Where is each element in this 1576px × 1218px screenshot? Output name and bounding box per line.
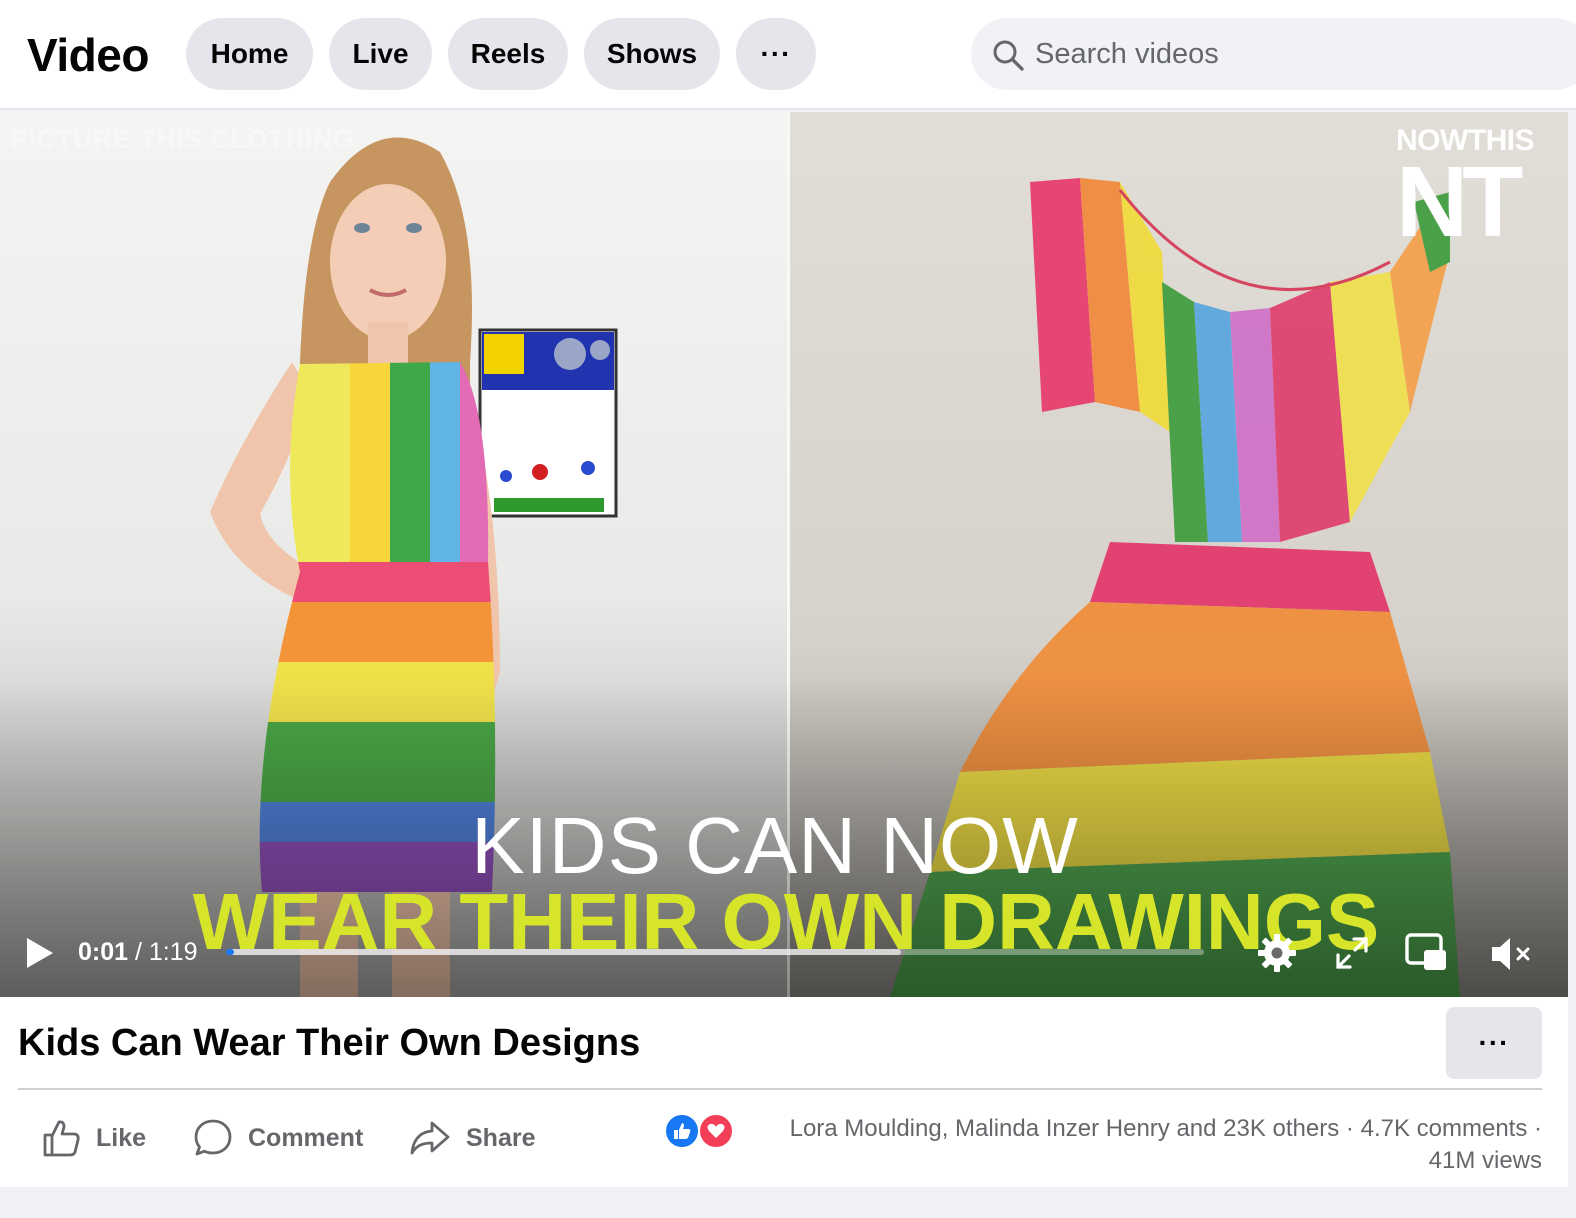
video-title: Kids Can Wear Their Own Designs [18,1022,641,1064]
reaction-icons[interactable] [664,1113,734,1151]
comment-label: Comment [248,1123,364,1152]
comment-bubble-icon [194,1119,232,1156]
search-icon [993,40,1024,71]
divider [18,1088,1542,1090]
comment-button[interactable]: Comment [192,1115,363,1161]
tab-shows[interactable]: Shows [584,18,720,90]
video-player[interactable]: PICTURE THIS CLOTHING NOWTHIS NT KIDS CA… [0,112,1568,997]
duration: 1:19 [148,938,198,966]
top-navigation-bar: Video Home Live Reels Shows ··· [0,0,1576,110]
time-display: 0:01 / 1:19 [78,938,198,967]
tab-home[interactable]: Home [186,18,313,90]
search-input[interactable] [1035,18,1555,90]
share-label: Share [466,1123,536,1152]
like-label: Like [96,1123,147,1152]
channel-logo-mark: NT [1396,146,1523,258]
muted-speaker-icon[interactable] [1488,934,1534,974]
tab-reels[interactable]: Reels [448,18,568,90]
engagement-summary: Lora Moulding, Malinda Inzer Henry and 2… [790,1115,1542,1143]
source-watermark: PICTURE THIS CLOTHING [10,124,355,154]
search-box[interactable] [971,18,1576,90]
love-reaction-icon [698,1113,734,1149]
progress-buffered [226,949,901,955]
page-title: Video [27,29,149,81]
video-info-panel: Kids Can Wear Their Own Designs ··· Like… [0,997,1568,1187]
like-button[interactable]: Like [40,1115,146,1161]
settings-gear-icon[interactable] [1256,932,1298,974]
fullscreen-expand-icon[interactable] [1334,935,1370,971]
more-options-button[interactable]: ··· [1446,1007,1542,1079]
progress-played [226,949,234,955]
more-tabs-button[interactable]: ··· [736,18,816,90]
play-icon[interactable] [24,936,56,970]
views-count: 41M views [1428,1147,1542,1174]
reactions-text[interactable]: Lora Moulding, Malinda Inzer Henry and 2… [790,1115,1340,1142]
current-time: 0:01 [78,938,129,966]
like-reaction-icon [664,1113,700,1149]
share-arrow-icon [410,1121,450,1155]
time-separator: / [135,938,142,966]
comments-count[interactable]: 4.7K comments [1361,1115,1528,1142]
channel-logo: NOWTHIS NT [1396,124,1556,252]
thumbs-up-icon [43,1120,80,1157]
share-button[interactable]: Share [408,1115,535,1161]
progress-bar[interactable] [226,949,1204,955]
separator-dot: · [1345,1115,1354,1142]
tab-live[interactable]: Live [329,18,432,90]
separator-dot: · [1534,1115,1542,1142]
picture-in-picture-icon[interactable] [1404,932,1448,972]
